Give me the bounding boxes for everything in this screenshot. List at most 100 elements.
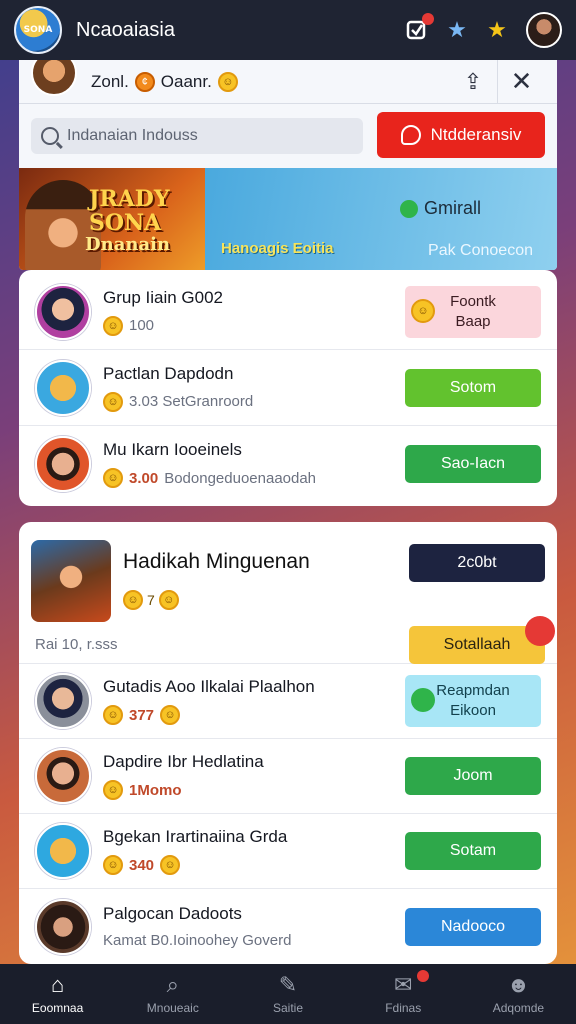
feature-image [31,540,111,622]
avatar [35,823,91,879]
avatar [35,436,91,492]
list-item[interactable]: Dapdire Ibr Hedlatina ☺ 1Momo Joom [19,739,557,814]
nav-label: Adqomde [492,1001,545,1015]
coin-icon: ☺ [160,705,181,725]
nav-home[interactable]: ⌂ Eoomnaa [0,964,115,1024]
group-list: Grup Iiain G002 ☺ 100 ☺ Foontk Baap Pactl… [19,270,557,506]
feature-coin-count: 7 [147,592,155,608]
item-name: Dapdire Ibr Hedlatina [103,752,264,771]
info-banner[interactable]: Gmirall Hanoagis Eoitia Pak Conoecon [205,168,557,270]
item-amount: 3.00 [129,469,159,487]
avatar [35,283,91,340]
search-placeholder: Indanaian Indouss [67,127,198,144]
item-name: Grup Iiain G002 [103,287,224,307]
nav-edit[interactable]: ✎ Saitie [230,964,345,1024]
button-label: Sao-Iacn [440,455,506,472]
star-outline-icon[interactable]: ★ [442,15,472,45]
item-meta: Kamat B0.Ioinoohey Goverd [103,932,292,949]
button-label-2: Eikoon [450,702,496,719]
item-action-button[interactable]: ☺ Foontk Baap [405,285,541,338]
item-meta: 100 [129,317,155,334]
feature-coins: ☺ 7 ☺ [123,590,409,610]
coin-icon: ☺ [103,391,123,412]
item-action-button[interactable]: Nadooco [405,907,541,946]
share-button[interactable]: ⇪ [449,60,497,104]
footer-button-label: Sotallaah [443,635,511,653]
chat-badge [417,970,430,982]
app-logo[interactable]: SONA [14,6,62,54]
card-header: Zonl. ¢ Oaanr. ☺ ⇪ ✕ [19,60,557,104]
item-meta: 340 [129,856,155,874]
button-label: Joom [453,767,493,784]
list-item[interactable]: Mu Ikarn Iooeinels ☺ 3.00 Bodongeduoenaaod… [19,426,557,502]
header-text: Zonl. ¢ Oaanr. ☺ [91,71,449,92]
feature-footer-button[interactable]: Sotallaah [409,615,555,664]
moderate-button[interactable]: Ntdderansiv [377,112,545,158]
feature-item[interactable]: Hadikah Minguenan ☺ 7 ☺ 2c0bt [19,522,557,626]
close-button[interactable]: ✕ [497,60,545,104]
avatar [35,748,91,804]
brand-row: Gmirall [221,198,541,219]
item-meta: 377 [129,706,155,724]
coin-icon: ¢ [134,71,155,92]
app-bar: SONA Ncaoaiasia ★ ★ [0,0,576,60]
user-avatar[interactable] [526,12,562,48]
profile-icon: ☻ [506,972,530,997]
search-row: Indanaian Indouss Ntdderansiv [19,104,557,168]
coin-icon: ☺ [123,590,143,610]
item-action-button[interactable]: Reapmdan Eikoon [405,675,541,727]
list-item[interactable]: Palgocan Dadoots Kamat B0.Ioinoohey Gove… [19,889,557,964]
coin-icon: ☺ [103,468,123,488]
nav-label: Eoomnaa [31,1001,84,1015]
edit-icon: ✎ [278,972,298,997]
item-action-button[interactable]: Sotam [405,832,541,870]
nav-profile[interactable]: ☻ Adqomde [461,964,576,1024]
bottom-nav: ⌂ Eoomnaa ⌕ Mnoueaic ✎ Saitie ✉ Fdinas ☻… [0,964,576,1024]
item-name: Bgekan Irartinaiina Grda [103,827,288,846]
nav-search[interactable]: ⌕ Mnoueaic [115,964,230,1024]
nav-label: Saitie [272,1001,304,1015]
promo-banner[interactable]: JRADY SONA Dnanain Gmirall Hanoagis Eoit… [19,168,557,270]
game-title-3: Dnanain [85,234,171,255]
list-item[interactable]: Pactlan Dapdodn ☺ 3.03 SetGranroord Sotom [19,350,557,426]
game-title-1: JRADY [89,186,170,212]
coin-icon: ☺ [158,590,179,610]
header-avatar [31,60,77,96]
feature-button[interactable]: 2c0bt [409,544,545,582]
coin-icon: ☺ [103,780,123,800]
smile-coin-icon: ☺ [217,71,238,92]
nav-chat[interactable]: ✉ Fdinas [346,964,461,1024]
banner-subtitle-2: Pak Conoecon [428,242,533,259]
search-icon: ⌕ [166,972,179,997]
smile-icon: ☺ [411,298,435,323]
feature-footer-label: Rai 10, r.sss [35,636,118,653]
avatar [35,673,91,729]
list-item[interactable]: Gutadis Aoo Ilkalai Plaalhon ☺ 377 ☺ Reapm… [19,664,557,739]
header-label: Zonl. [91,71,129,91]
coin-icon: ☺ [103,855,123,875]
avatar [35,898,91,955]
item-action-button[interactable]: Joom [405,757,541,795]
item-name: Palgocan Dadoots [103,904,242,923]
list-item[interactable]: Bgekan Irartinaiina Grda ☺ 340 ☺ Sotam [19,814,557,889]
avatar [35,359,91,416]
button-label-1: Foontk [450,292,496,310]
burst-icon [525,615,555,646]
item-action-button[interactable]: Sao-Iacn [405,445,541,483]
item-action-button[interactable]: Sotom [405,368,541,407]
search-input[interactable]: Indanaian Indouss [31,118,363,154]
moderate-button-label: Ntdderansiv [430,125,522,144]
search-icon [41,127,59,145]
coin-icon: ☺ [103,705,123,725]
feature-title: Hadikah Minguenan [123,550,310,573]
button-label: Sotom [449,378,497,396]
game-banner[interactable]: JRADY SONA Dnanain [19,168,205,270]
star-icon[interactable]: ★ [482,15,512,45]
chat-icon [400,125,421,145]
button-label: Sotam [449,842,497,859]
list-item[interactable]: Grup Iiain G002 ☺ 100 ☺ Foontk Baap [19,274,557,350]
notification-icon[interactable] [402,13,434,45]
nav-label: Fdinas [385,1001,422,1015]
coin-icon: ☺ [103,315,123,336]
item-name: Gutadis Aoo Ilkalai Plaalhon [103,677,315,696]
